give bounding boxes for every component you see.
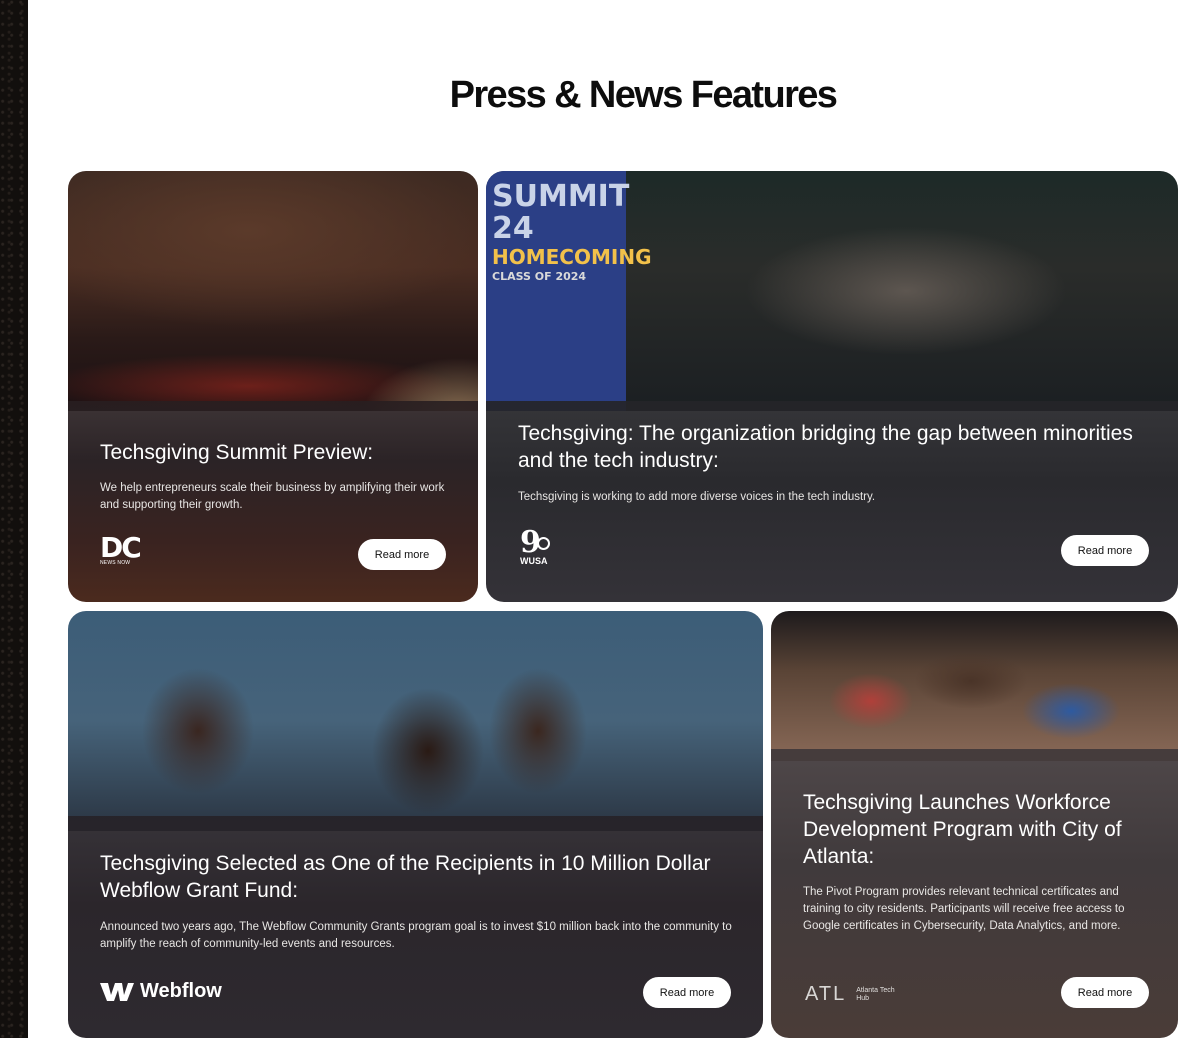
press-card-bridging-gap[interactable]: SUMMIT 24 HOMECOMING CLASS OF 2024 Techs… <box>486 171 1178 602</box>
cbs-eye-icon <box>536 536 550 550</box>
card-title: Techsgiving Launches Workforce Developme… <box>803 791 1122 868</box>
webflow-logo: Webflow <box>100 980 222 1003</box>
logo-main: Webflow <box>140 980 222 1002</box>
card-description: The Pivot Program provides relevant tech… <box>803 886 1125 932</box>
card-description: Techsgiving is working to add more diver… <box>518 491 876 503</box>
card-title: Techsgiving Summit Preview: <box>100 441 374 464</box>
press-card-webflow-grant[interactable]: Techsgiving Selected as One of the Recip… <box>68 611 763 1038</box>
read-more-button[interactable]: Read more <box>358 539 446 570</box>
logo-main: ATL <box>805 983 847 1005</box>
card-description: Announced two years ago, The Webflow Com… <box>100 921 732 950</box>
logo-main: DC <box>100 531 142 564</box>
wusa9-logo: 9 WUSA <box>520 528 550 566</box>
summit-sign-line2: HOMECOMING <box>492 245 652 269</box>
card-photo-audience <box>68 611 763 831</box>
atlanta-tech-hub-logo: ATL Atlanta Tech Hub <box>805 983 898 1006</box>
press-card-summit-preview[interactable]: Techsgiving Summit Preview: We help entr… <box>68 171 478 602</box>
card-photo-panel: SUMMIT 24 HOMECOMING CLASS OF 2024 <box>486 171 1178 411</box>
card-title: Techsgiving: The organization bridging t… <box>518 422 1133 472</box>
card-photo-group <box>771 611 1178 761</box>
logo-sub: WUSA <box>520 556 548 566</box>
press-card-workforce-atlanta[interactable]: Techsgiving Launches Workforce Developme… <box>771 611 1178 1038</box>
card-photo-auditorium <box>68 171 478 411</box>
summit-sign-line1: SUMMIT 24 <box>492 179 630 246</box>
left-dark-strip <box>0 0 28 1038</box>
page-title: Press & News Features <box>449 74 838 116</box>
read-more-button[interactable]: Read more <box>643 977 731 1008</box>
summit-sign-line3: CLASS OF 2024 <box>492 270 587 283</box>
read-more-button[interactable]: Read more <box>1061 977 1149 1008</box>
webflow-w-icon <box>100 982 134 1001</box>
dc-news-now-logo: DC NEWS NOW <box>100 531 142 567</box>
card-description: We help entrepreneurs scale their busine… <box>100 482 445 511</box>
summit-sign: SUMMIT 24 HOMECOMING CLASS OF 2024 <box>492 179 652 285</box>
read-more-button[interactable]: Read more <box>1061 535 1149 566</box>
logo-sub: Atlanta Tech Hub <box>856 986 895 1002</box>
card-title: Techsgiving Selected as One of the Recip… <box>100 852 711 902</box>
